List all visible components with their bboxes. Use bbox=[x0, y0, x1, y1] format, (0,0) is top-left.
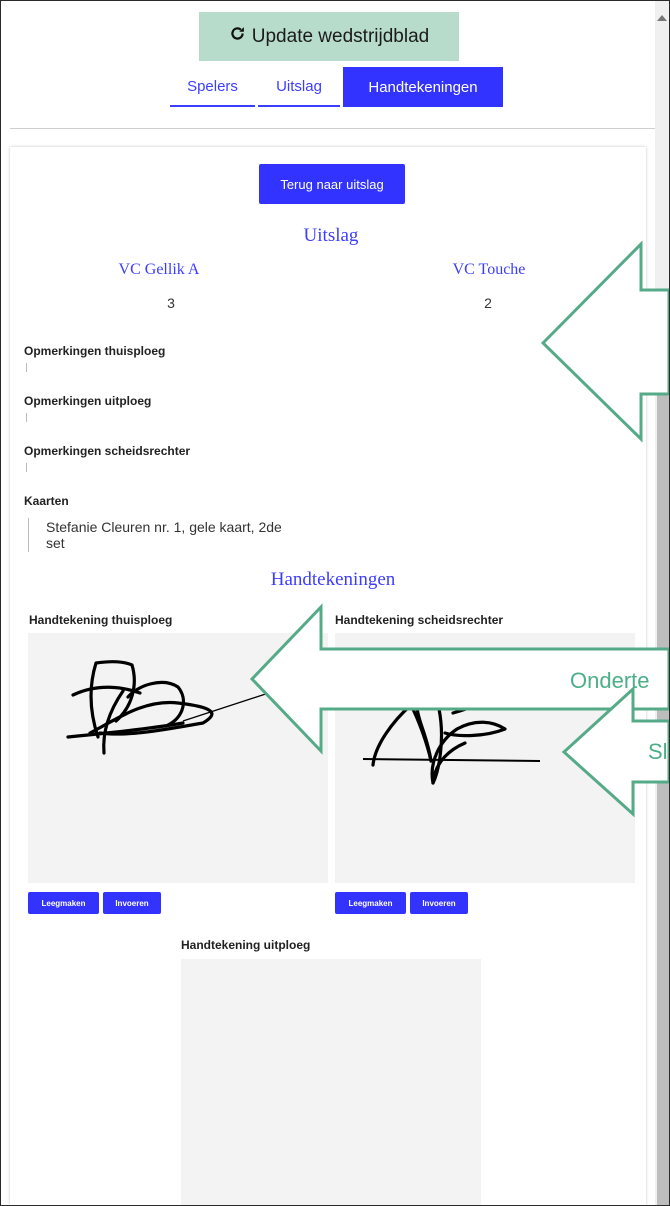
browser-frame: Update wedstrijdblad Spelers Uitslag Han… bbox=[0, 0, 670, 1206]
annotation-label-sl: Sl bbox=[648, 739, 668, 764]
annotation-label-onderte: Onderte bbox=[570, 668, 650, 693]
annotation-overlay bbox=[249, 240, 669, 818]
annotation-arrow-1-icon bbox=[540, 240, 669, 443]
